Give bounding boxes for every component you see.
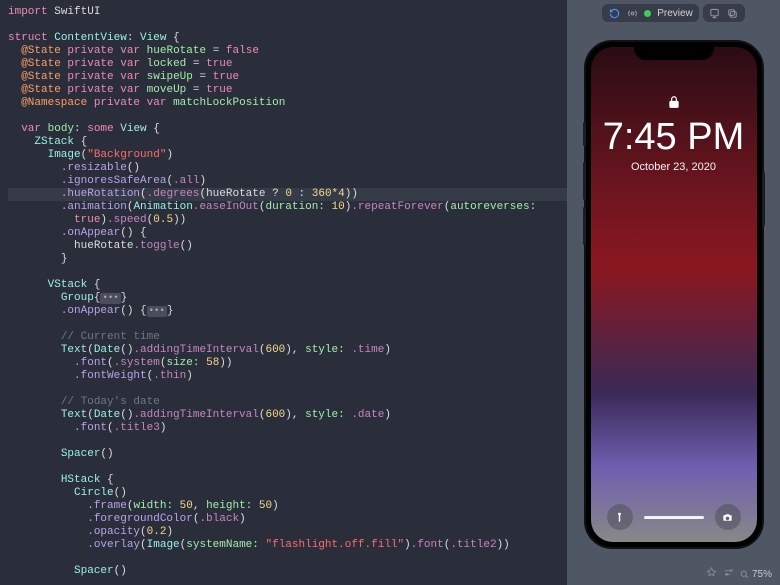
- lock-icon: [667, 93, 681, 114]
- phone-screen[interactable]: 7:45 PM October 23, 2020: [591, 47, 757, 542]
- code-content: import SwiftUI struct ContentView: View …: [0, 0, 567, 585]
- preview-label: Preview: [657, 8, 693, 19]
- phone-notch: [634, 42, 714, 60]
- fold-icon[interactable]: •••: [100, 293, 120, 304]
- phone-volume-down: [583, 207, 586, 245]
- pin-icon[interactable]: [706, 567, 717, 581]
- duplicate-icon[interactable]: [727, 7, 739, 19]
- preview-status-dot: [644, 10, 651, 17]
- camera-button[interactable]: [715, 504, 741, 530]
- preview-toolbar: Preview: [567, 0, 780, 26]
- device-icon[interactable]: [709, 7, 721, 19]
- live-icon[interactable]: [626, 7, 638, 19]
- phone-mute-switch: [583, 122, 586, 146]
- home-indicator[interactable]: [644, 516, 704, 519]
- lock-screen-date: October 23, 2020: [631, 161, 716, 173]
- code-editor[interactable]: import SwiftUI struct ContentView: View …: [0, 0, 567, 585]
- lock-screen-time: 7:45 PM: [603, 116, 745, 159]
- flashlight-button[interactable]: [607, 504, 633, 530]
- preview-pane: Preview 7:45 PM October 23, 2020: [567, 0, 780, 585]
- device-frame: 7:45 PM October 23, 2020: [586, 42, 762, 547]
- fold-icon[interactable]: •••: [147, 306, 167, 317]
- reload-icon[interactable]: [608, 7, 620, 19]
- preview-footer: 75%: [567, 563, 780, 585]
- zoom-control[interactable]: 75%: [740, 569, 772, 580]
- phone-side-button: [762, 172, 765, 226]
- zoom-value: 75%: [752, 569, 772, 580]
- phone-volume-up: [583, 162, 586, 200]
- settings-icon[interactable]: [723, 567, 734, 581]
